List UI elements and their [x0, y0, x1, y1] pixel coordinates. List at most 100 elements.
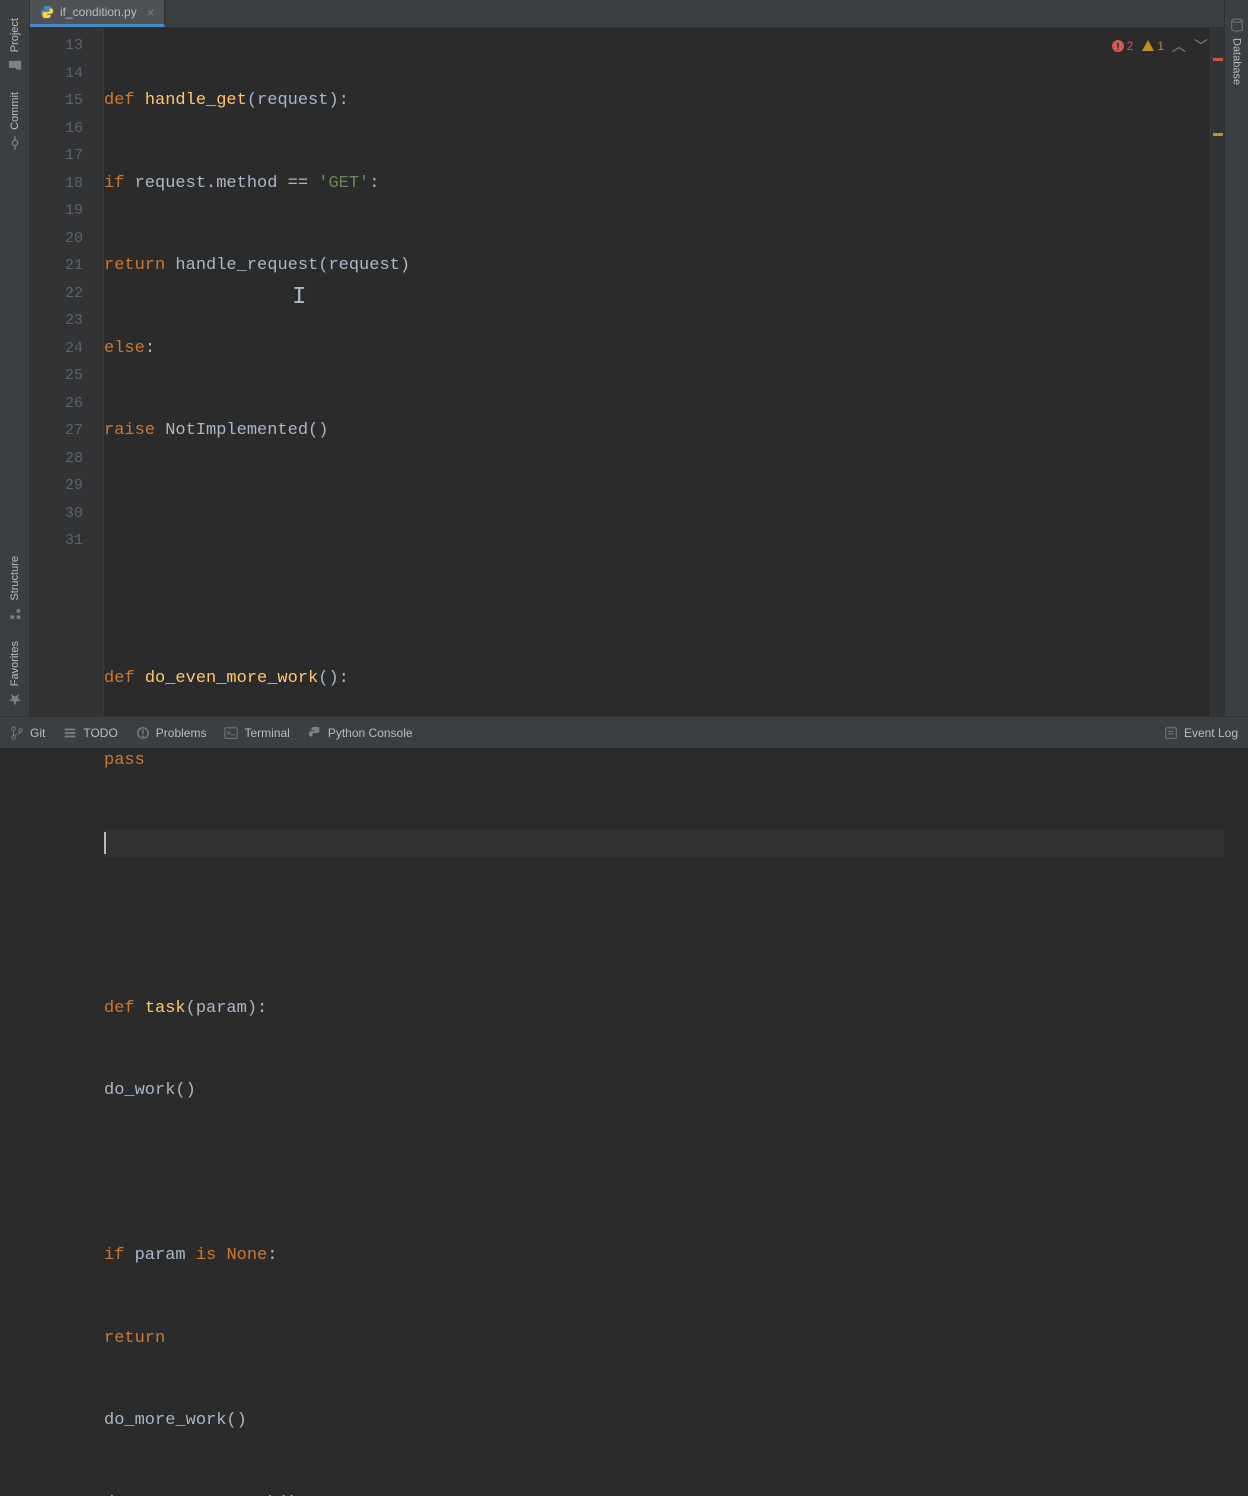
keyword: return [104, 1325, 165, 1353]
terminal-label: Terminal [244, 726, 289, 740]
line-number: 22 [30, 280, 103, 308]
keyword: is [196, 1242, 227, 1270]
problems-label: Problems [156, 726, 207, 740]
keyword: raise [104, 417, 165, 445]
caret [104, 832, 106, 854]
keyword: pass [104, 747, 145, 775]
todo-tool[interactable]: TODO [63, 726, 117, 740]
editor: 13 14 15 16 17 18 19 20 21 22 23 24 25 2… [30, 28, 1224, 716]
structure-label: Structure [9, 556, 21, 601]
list-icon [63, 726, 77, 740]
keyword: if [104, 170, 135, 198]
code-text: do_even_more_work() [104, 1490, 298, 1496]
code-text: NotImplemented() [165, 417, 328, 445]
line-number: 23 [30, 307, 103, 335]
line-number: 31 [30, 527, 103, 555]
favorites-label: Favorites [9, 641, 21, 686]
warning-mark[interactable] [1213, 133, 1223, 136]
gutter[interactable]: 13 14 15 16 17 18 19 20 21 22 23 24 25 2… [30, 28, 104, 716]
line-number: 17 [30, 142, 103, 170]
current-line [104, 830, 1224, 858]
code-text: handle_request(request) [175, 252, 410, 280]
keyword: def [104, 665, 145, 693]
line-number: 24 [30, 335, 103, 363]
file-tab[interactable]: if_condition.py × [30, 0, 165, 27]
code-text: : [369, 170, 379, 198]
line-number: 25 [30, 362, 103, 390]
python-console-tool[interactable]: Python Console [308, 726, 413, 740]
error-mark[interactable] [1213, 58, 1223, 61]
keyword: if [104, 1242, 135, 1270]
line-number: 27 [30, 417, 103, 445]
keyword: def [104, 87, 145, 115]
code-text: (param): [186, 995, 268, 1023]
svg-text:!: ! [1116, 42, 1119, 53]
structure-tool[interactable]: Structure [8, 546, 22, 631]
favorites-tool[interactable]: Favorites [8, 631, 22, 716]
event-log-tool[interactable]: Event Log [1164, 726, 1238, 740]
warning-indicator[interactable]: 1 [1141, 39, 1164, 53]
commit-icon [8, 136, 22, 150]
error-indicator[interactable]: ! 2 [1111, 39, 1134, 53]
structure-icon [8, 607, 22, 621]
folder-icon [8, 58, 22, 72]
keyword: None [226, 1242, 267, 1270]
python-file-icon [40, 5, 54, 19]
python-console-label: Python Console [328, 726, 413, 740]
database-icon [1230, 18, 1244, 32]
code-text: param [135, 1242, 196, 1270]
right-tool-sidebar: Database [1224, 0, 1248, 716]
line-number: 13 [30, 32, 103, 60]
close-icon[interactable]: × [147, 5, 155, 20]
python-icon [308, 726, 322, 740]
keyword: def [104, 995, 145, 1023]
database-tool[interactable]: Database [1230, 8, 1244, 95]
function-name: task [145, 995, 186, 1023]
line-number: 18 [30, 170, 103, 198]
line-number: 19 [30, 197, 103, 225]
file-tab-label: if_condition.py [60, 5, 137, 19]
event-log-label: Event Log [1184, 726, 1238, 740]
mouse-cursor-ibeam: I [292, 284, 306, 312]
function-name: handle_get [145, 87, 247, 115]
code-text: do_work() [104, 1077, 196, 1105]
function-name: do_even_more_work [145, 665, 318, 693]
problems-tool[interactable]: Problems [136, 726, 207, 740]
editor-tab-bar: if_condition.py × [30, 0, 1224, 28]
problems-icon [136, 726, 150, 740]
code-text: : [267, 1242, 277, 1270]
line-number: 30 [30, 500, 103, 528]
line-number: 20 [30, 225, 103, 253]
git-branch-icon [10, 726, 24, 740]
commit-tool[interactable]: Commit [8, 82, 22, 160]
status-bar: Git TODO Problems Terminal Python Consol… [0, 716, 1248, 748]
string: 'GET' [318, 170, 369, 198]
keyword: return [104, 252, 175, 280]
event-log-icon [1164, 726, 1178, 740]
git-label: Git [30, 726, 45, 740]
inspection-indicators: ! 2 1 ︿ ﹀ [1111, 36, 1208, 56]
next-highlight-button[interactable]: ﹀ [1194, 36, 1208, 56]
terminal-icon [224, 726, 238, 740]
code-text: (): [318, 665, 349, 693]
terminal-tool[interactable]: Terminal [224, 726, 289, 740]
prev-highlight-button[interactable]: ︿ [1172, 36, 1186, 56]
git-tool[interactable]: Git [10, 726, 45, 740]
error-stripe[interactable] [1210, 28, 1224, 716]
warning-count: 1 [1157, 39, 1164, 53]
project-label: Project [9, 18, 21, 52]
line-number: 28 [30, 445, 103, 473]
line-number: 16 [30, 115, 103, 143]
code-text: (request): [247, 87, 349, 115]
line-number: 14 [30, 60, 103, 88]
code-area[interactable]: def handle_get(request): if request.meth… [104, 28, 1224, 716]
error-icon: ! [1111, 39, 1125, 53]
line-number: 29 [30, 472, 103, 500]
star-icon [8, 692, 22, 706]
left-tool-sidebar: Project Commit Structure Favorites [0, 0, 30, 716]
project-tool[interactable]: Project [8, 8, 22, 82]
code-text: request.method == [135, 170, 319, 198]
todo-label: TODO [83, 726, 117, 740]
code-text: : [145, 335, 155, 363]
line-number: 15 [30, 87, 103, 115]
